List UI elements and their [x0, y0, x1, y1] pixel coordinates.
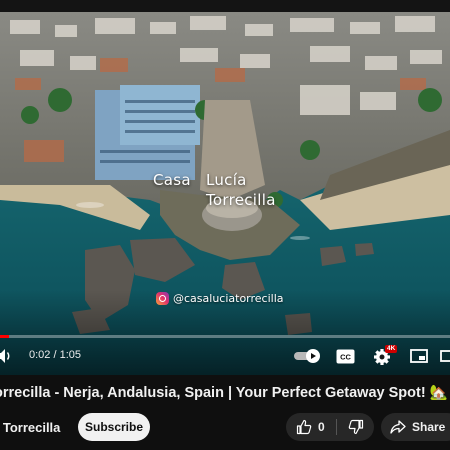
like-count: 0	[318, 420, 325, 434]
video-overlay-title: Casa Lucía Torrecilla	[153, 171, 276, 209]
share-button[interactable]: Share	[381, 413, 450, 441]
subtitles-icon[interactable]: CC	[336, 341, 356, 371]
share-label: Share	[412, 420, 446, 434]
overlay-title-line2: Torrecilla	[206, 191, 276, 209]
video-actions-row: a Torrecilla Subscribe 0 Share	[0, 412, 450, 442]
quality-badge: 4K	[385, 345, 398, 353]
subscribe-button[interactable]: Subscribe	[78, 413, 150, 441]
current-time: 0:02	[29, 349, 51, 361]
progress-bar[interactable]	[0, 335, 450, 338]
overlay-title-line1: Casa Lucía	[153, 171, 247, 189]
time-display: 0:02 / 1:05	[29, 349, 81, 361]
instagram-watermark: @casaluciatorrecilla	[156, 292, 284, 305]
instagram-icon	[156, 292, 169, 305]
player-controls: 0:02 / 1:05 CC 4K	[0, 341, 450, 371]
progress-bar-played	[0, 335, 9, 338]
like-dislike-group: 0	[286, 413, 374, 441]
dislike-button[interactable]	[337, 413, 374, 441]
svg-text:CC: CC	[340, 352, 351, 361]
theater-mode-icon[interactable]	[440, 341, 450, 371]
thumbs-down-icon	[348, 419, 363, 435]
miniplayer-icon[interactable]	[410, 341, 430, 371]
channel-name[interactable]: a Torrecilla	[0, 420, 60, 435]
duration: 1:05	[59, 349, 82, 361]
video-player[interactable]: Casa Lucía Torrecilla @casaluciatorrecil…	[0, 0, 450, 375]
like-button[interactable]: 0	[286, 413, 336, 441]
volume-icon[interactable]	[0, 341, 15, 371]
autoplay-toggle[interactable]	[294, 341, 322, 371]
thumbs-up-icon	[296, 419, 312, 435]
video-title: orrecilla - Nerja, Andalusia, Spain | Yo…	[0, 385, 448, 401]
share-arrow-icon	[390, 420, 406, 434]
time-separator: /	[50, 349, 60, 361]
instagram-handle: @casaluciatorrecilla	[173, 292, 284, 305]
